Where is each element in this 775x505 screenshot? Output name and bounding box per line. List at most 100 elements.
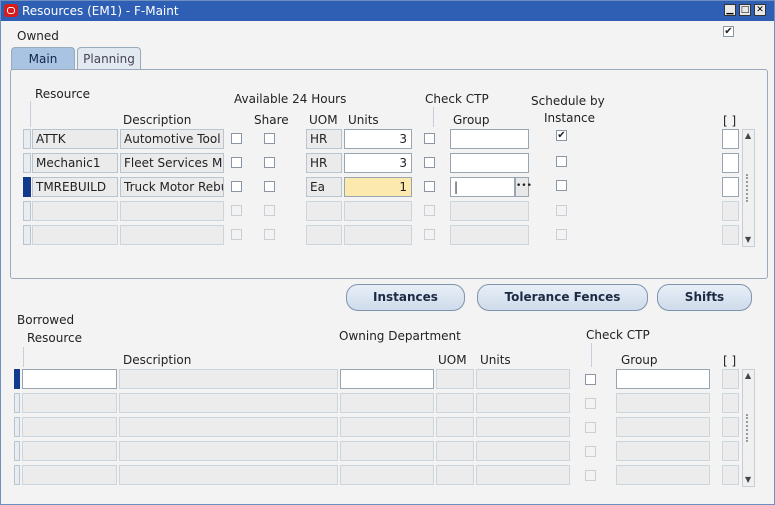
borrowed-description-field[interactable] bbox=[119, 369, 338, 389]
more-fields-cell[interactable] bbox=[722, 369, 739, 389]
more-fields-cell[interactable] bbox=[722, 129, 739, 149]
share-checkbox[interactable] bbox=[264, 181, 275, 192]
schedule-by-instance-checkbox[interactable]: ✔ bbox=[556, 130, 567, 141]
resource-field[interactable]: TMREBUILD bbox=[32, 177, 118, 197]
borrowed-units-field[interactable] bbox=[476, 417, 570, 437]
resource-field[interactable] bbox=[32, 201, 118, 221]
more-fields-cell[interactable] bbox=[722, 417, 739, 437]
group-field[interactable] bbox=[450, 201, 529, 221]
row-selector[interactable] bbox=[23, 129, 31, 149]
units-field-active[interactable]: 1 bbox=[344, 177, 412, 197]
row-selector[interactable] bbox=[14, 393, 20, 413]
description-field[interactable]: Truck Motor Rebu bbox=[120, 177, 224, 197]
more-fields-cell[interactable] bbox=[722, 153, 739, 173]
borrowed-units-field[interactable] bbox=[476, 393, 570, 413]
owning-department-field[interactable] bbox=[340, 393, 434, 413]
borrowed-check-ctp-checkbox[interactable] bbox=[585, 374, 596, 385]
borrowed-resource-field[interactable] bbox=[22, 393, 117, 413]
owned-checkbox[interactable]: ✔ bbox=[723, 26, 734, 37]
check-ctp-checkbox[interactable] bbox=[424, 181, 435, 192]
owning-department-field[interactable] bbox=[340, 417, 434, 437]
borrowed-resource-field[interactable] bbox=[22, 441, 117, 461]
row-selector[interactable] bbox=[23, 201, 31, 221]
scroll-down-icon[interactable]: ▼ bbox=[745, 475, 751, 484]
borrowed-scrollbar[interactable]: ▲ ▼ bbox=[742, 369, 755, 487]
group-field[interactable] bbox=[450, 153, 529, 173]
borrowed-units-field[interactable] bbox=[476, 465, 570, 485]
share-checkbox[interactable] bbox=[264, 133, 275, 144]
description-field[interactable]: Automotive Tool K bbox=[120, 129, 224, 149]
borrowed-uom-field[interactable] bbox=[436, 393, 474, 413]
scroll-up-icon[interactable]: ▲ bbox=[745, 131, 751, 140]
resource-field[interactable]: ATTK bbox=[32, 129, 118, 149]
schedule-by-instance-checkbox[interactable] bbox=[556, 180, 567, 191]
tolerance-fences-button[interactable]: Tolerance Fences bbox=[477, 284, 648, 311]
description-field[interactable] bbox=[120, 201, 224, 221]
group-field[interactable] bbox=[450, 225, 529, 245]
group-field-focused[interactable]: | bbox=[450, 177, 515, 197]
owning-department-field[interactable] bbox=[340, 465, 434, 485]
description-field[interactable] bbox=[120, 225, 224, 245]
uom-field[interactable] bbox=[306, 201, 342, 221]
more-fields-cell[interactable] bbox=[722, 441, 739, 461]
main-scrollbar[interactable]: ▲ ▼ bbox=[742, 129, 755, 247]
owning-department-field[interactable] bbox=[340, 369, 434, 389]
borrowed-description-field[interactable] bbox=[119, 465, 338, 485]
borrowed-description-field[interactable] bbox=[119, 417, 338, 437]
share-checkbox[interactable] bbox=[264, 157, 275, 168]
borrowed-units-field[interactable] bbox=[476, 369, 570, 389]
tab-planning[interactable]: Planning bbox=[77, 47, 141, 70]
maximize-icon[interactable]: □ bbox=[739, 4, 751, 16]
more-fields-cell[interactable] bbox=[722, 393, 739, 413]
scroll-grip[interactable] bbox=[746, 414, 753, 442]
borrowed-group-field[interactable] bbox=[616, 441, 710, 461]
scroll-down-icon[interactable]: ▼ bbox=[745, 235, 751, 244]
borrowed-description-field[interactable] bbox=[119, 393, 338, 413]
scroll-grip[interactable] bbox=[746, 174, 753, 202]
units-field[interactable] bbox=[344, 225, 412, 245]
available-24-hours-checkbox[interactable] bbox=[231, 133, 242, 144]
borrowed-uom-field[interactable] bbox=[436, 465, 474, 485]
description-field[interactable]: Fleet Services Me bbox=[120, 153, 224, 173]
row-selector[interactable] bbox=[14, 441, 20, 461]
current-row-indicator[interactable] bbox=[23, 177, 31, 197]
check-ctp-checkbox[interactable] bbox=[424, 157, 435, 168]
resource-field[interactable]: Mechanic1 bbox=[32, 153, 118, 173]
schedule-by-instance-checkbox[interactable] bbox=[556, 156, 567, 167]
uom-field[interactable]: HR bbox=[306, 129, 342, 149]
uom-field[interactable] bbox=[306, 225, 342, 245]
minimize-icon[interactable]: ▁ bbox=[724, 4, 736, 16]
borrowed-group-field[interactable] bbox=[616, 369, 710, 389]
borrowed-description-field[interactable] bbox=[119, 441, 338, 461]
uom-field[interactable]: HR bbox=[306, 153, 342, 173]
borrowed-resource-field[interactable] bbox=[22, 417, 117, 437]
instances-button[interactable]: Instances bbox=[346, 284, 465, 311]
borrowed-group-field[interactable] bbox=[616, 417, 710, 437]
borrowed-group-field[interactable] bbox=[616, 393, 710, 413]
borrowed-uom-field[interactable] bbox=[436, 417, 474, 437]
row-selector[interactable] bbox=[14, 465, 20, 485]
group-field[interactable] bbox=[450, 129, 529, 149]
units-field[interactable]: 3 bbox=[344, 153, 412, 173]
available-24-hours-checkbox[interactable] bbox=[231, 181, 242, 192]
more-fields-cell[interactable] bbox=[722, 177, 739, 197]
borrowed-resource-field[interactable] bbox=[22, 369, 117, 389]
row-selector[interactable] bbox=[23, 153, 31, 173]
current-row-indicator[interactable] bbox=[14, 369, 20, 389]
owning-department-field[interactable] bbox=[340, 441, 434, 461]
borrowed-resource-field[interactable] bbox=[22, 465, 117, 485]
uom-field[interactable]: Ea bbox=[306, 177, 342, 197]
shifts-button[interactable]: Shifts bbox=[657, 284, 752, 311]
more-fields-cell[interactable] bbox=[722, 465, 739, 485]
borrowed-group-field[interactable] bbox=[616, 465, 710, 485]
borrowed-uom-field[interactable] bbox=[436, 369, 474, 389]
row-selector[interactable] bbox=[23, 225, 31, 245]
resource-field[interactable] bbox=[32, 225, 118, 245]
check-ctp-checkbox[interactable] bbox=[424, 133, 435, 144]
more-fields-cell[interactable] bbox=[722, 201, 739, 221]
ellipsis-icon[interactable]: ••• bbox=[515, 177, 532, 197]
scroll-up-icon[interactable]: ▲ bbox=[745, 371, 751, 380]
units-field[interactable] bbox=[344, 201, 412, 221]
available-24-hours-checkbox[interactable] bbox=[231, 157, 242, 168]
tab-main[interactable]: Main bbox=[11, 47, 75, 70]
